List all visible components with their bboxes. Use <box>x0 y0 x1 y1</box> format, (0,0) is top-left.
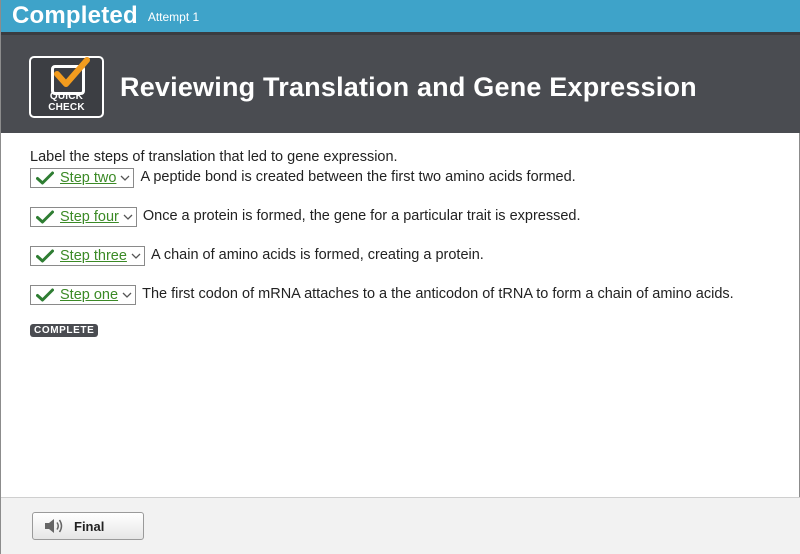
quick-check-label: QUICK CHECK <box>48 91 85 113</box>
list-item: Step four Once a protein is formed, the … <box>30 207 770 227</box>
step-dropdown[interactable]: Step two <box>30 168 135 188</box>
status-bar: Completed Attempt 1 <box>1 0 800 32</box>
step-dropdown[interactable]: Step one <box>30 285 137 305</box>
dropdown-selected-value: Step three <box>60 247 127 264</box>
check-icon <box>36 249 54 263</box>
chevron-down-icon <box>120 175 130 181</box>
final-button-label: Final <box>74 518 105 534</box>
question-prompt: Label the steps of translation that led … <box>30 149 398 165</box>
activity-frame: Completed Attempt 1 QUICK CHECK Reviewin… <box>0 0 800 554</box>
step-dropdown[interactable]: Step three <box>30 246 145 266</box>
step-description: A peptide bond is created between the fi… <box>140 169 576 185</box>
list-item: Step one The first codon of mRNA attache… <box>30 285 770 305</box>
complete-badge: COMPLETE <box>30 324 99 337</box>
step-description: Once a protein is formed, the gene for a… <box>142 208 581 224</box>
dropdown-selected-value: Step one <box>60 286 119 303</box>
check-icon <box>36 210 54 224</box>
completion-status: Completed <box>12 2 138 29</box>
final-audio-button[interactable]: Final <box>32 512 144 540</box>
speaker-icon <box>45 519 63 533</box>
attempt-label: Attempt 1 <box>147 10 200 24</box>
check-icon <box>36 288 54 302</box>
chevron-down-icon <box>131 253 141 259</box>
list-item: Step two A peptide bond is created betwe… <box>30 168 770 188</box>
dropdown-selected-value: Step two <box>60 169 117 186</box>
orange-check-icon <box>54 57 90 87</box>
check-icon <box>36 171 54 185</box>
chevron-down-icon <box>123 214 133 220</box>
list-item: Step three A chain of amino acids is for… <box>30 246 770 266</box>
step-description: The first codon of mRNA attaches to a th… <box>142 286 734 302</box>
dropdown-selected-value: Step four <box>60 208 119 225</box>
page-title: Reviewing Translation and Gene Expressio… <box>120 72 697 102</box>
step-dropdown[interactable]: Step four <box>30 207 137 227</box>
chevron-down-icon <box>122 292 132 298</box>
activity-header: QUICK CHECK Reviewing Translation and Ge… <box>1 32 800 133</box>
quick-check-badge: QUICK CHECK <box>29 56 104 118</box>
footer-bar: Final <box>1 497 800 554</box>
step-description: A chain of amino acids is formed, creati… <box>150 247 484 263</box>
question-content: Label the steps of translation that led … <box>30 148 770 337</box>
